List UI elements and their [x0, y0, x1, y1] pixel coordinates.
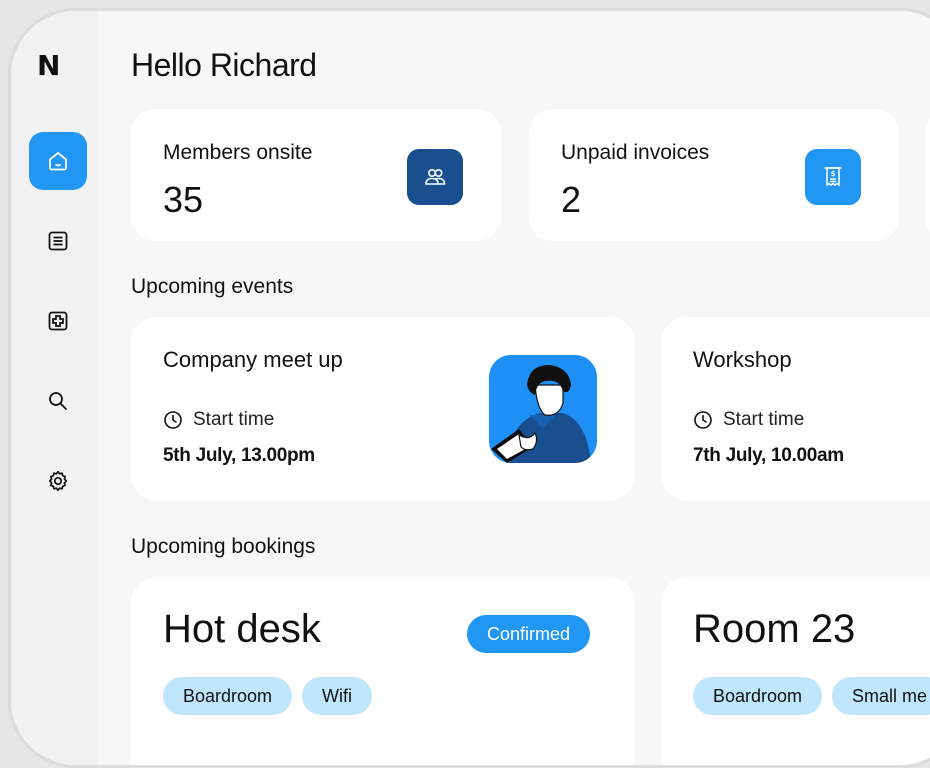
receipt-icon: $ — [824, 167, 842, 187]
page-title: Hello Richard — [131, 47, 317, 83]
start-label: Start time — [193, 409, 275, 430]
bookings-section-title: Upcoming bookings — [131, 535, 316, 558]
plus-square-icon — [48, 311, 68, 331]
event-start: Start time — [163, 409, 274, 431]
start-label: Start time — [723, 409, 805, 430]
event-title: Workshop — [693, 347, 792, 372]
nav-search-button[interactable] — [29, 372, 87, 430]
stat-card-invoices[interactable]: Unpaid invoices 2 $ — [529, 109, 899, 241]
event-date: 7th July, 10.00am — [693, 445, 844, 466]
gear-icon — [48, 470, 68, 492]
clock-icon — [694, 411, 712, 429]
stat-card-members[interactable]: Members onsite 35 — [131, 109, 501, 241]
list-icon — [48, 231, 68, 251]
stat-label: Unpaid invoices — [561, 141, 710, 164]
users-icon — [425, 169, 446, 185]
clock-icon — [164, 411, 182, 429]
events-section-title: Upcoming events — [131, 275, 294, 298]
tag: Boardroom — [693, 677, 823, 715]
nav-add-button[interactable] — [29, 292, 87, 350]
receipt-icon-box: $ — [805, 149, 861, 205]
sidebar: N — [11, 11, 99, 765]
main-content: Hello Richard Members onsite 35 Unpaid i… — [99, 11, 930, 765]
event-date: 5th July, 13.00pm — [163, 445, 315, 466]
event-title: Company meet up — [163, 347, 343, 372]
search-icon — [49, 392, 67, 410]
event-card[interactable]: Workshop Start time 7th July, 10.00am — [661, 317, 930, 501]
nav-settings-button[interactable] — [29, 452, 87, 510]
event-card[interactable]: Company meet up Start time 5th July, 13.… — [131, 317, 635, 501]
logo: N — [37, 49, 61, 82]
users-icon-box — [407, 149, 463, 205]
stat-label: Members onsite — [163, 141, 313, 164]
home-icon — [49, 152, 67, 171]
booking-card[interactable]: Room 23 Boardroom Small me — [661, 577, 930, 765]
tag-list: Boardroom Wifi — [163, 677, 373, 715]
stat-card-partial[interactable] — [925, 109, 930, 241]
nav-list-button[interactable] — [29, 212, 87, 270]
tag: Wifi — [302, 677, 373, 715]
tag: Small me — [832, 677, 930, 715]
booking-card[interactable]: Hot desk Confirmed Boardroom Wifi — [131, 577, 635, 765]
nav-home-button[interactable] — [29, 132, 87, 190]
stat-value: 35 — [163, 179, 204, 220]
status-badge: Confirmed — [467, 615, 591, 653]
event-start: Start time — [693, 409, 804, 431]
app-window: N Hello Richard Members onsite 35 Unpaid… — [8, 8, 930, 768]
stat-value: 2 — [561, 179, 582, 220]
tag: Boardroom — [163, 677, 293, 715]
event-illustration — [489, 355, 597, 463]
svg-text:$: $ — [831, 170, 836, 178]
tag-list: Boardroom Small me — [693, 677, 930, 715]
booking-title: Hot desk — [163, 607, 321, 651]
booking-title: Room 23 — [693, 607, 856, 651]
